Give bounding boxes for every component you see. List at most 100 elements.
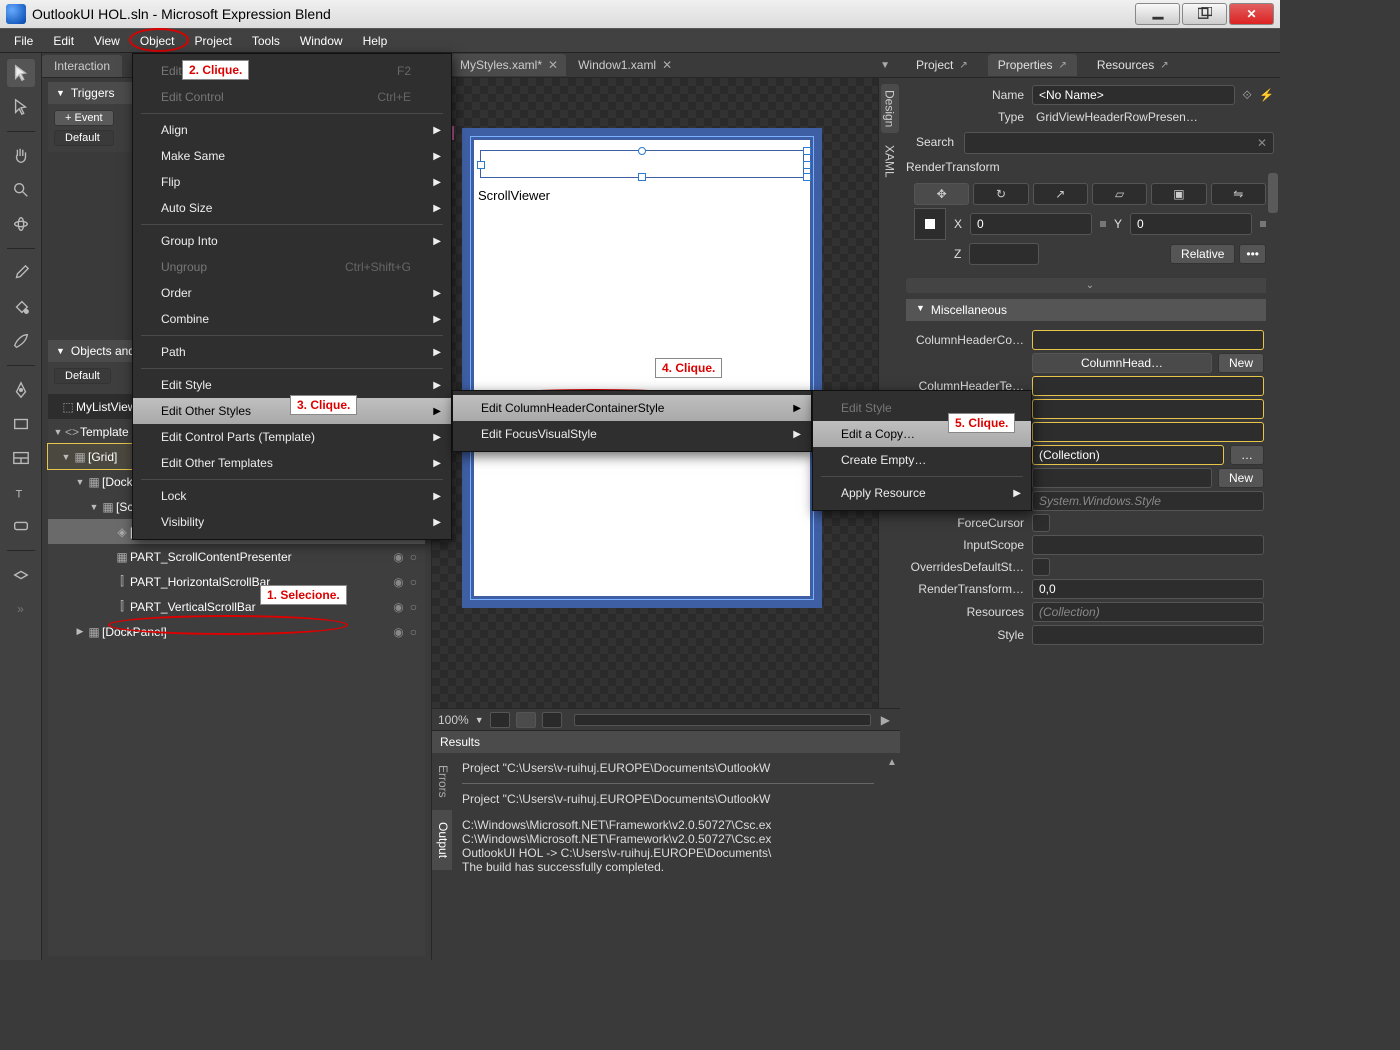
advanced-options-icon[interactable]: ••• [1239,244,1266,264]
tree-item-vertical-scrollbar[interactable]: ⫿PART_VerticalScrollBar◉○ [48,594,425,619]
menu-window[interactable]: Window [290,31,353,51]
camera-orbit-tool-icon[interactable] [7,210,35,238]
rendertransform-origin-input[interactable]: 0,0 [1032,579,1264,599]
tab-project[interactable]: Project↗ [906,54,978,76]
focusvisual-input[interactable]: System.Windows.Style [1032,491,1264,511]
pan-tool-icon[interactable] [7,142,35,170]
menuitem-create-empty[interactable]: Create Empty… [813,447,1031,473]
style-input[interactable] [1032,625,1264,645]
z-input[interactable] [969,243,1039,265]
tab-interaction[interactable]: Interaction [42,55,122,77]
x-input[interactable]: 0 [970,213,1092,235]
lock-icon[interactable]: ○ [408,600,419,614]
eyedropper-tool-icon[interactable] [7,259,35,287]
menuitem-align[interactable]: Align▶ [133,117,451,143]
add-event-button[interactable]: + Event [54,110,114,126]
popout-icon[interactable]: ↗ [1058,60,1066,71]
zoom-tool-icon[interactable] [7,176,35,204]
selection-tool-icon[interactable] [7,59,35,87]
minimize-button[interactable] [1135,3,1180,25]
translate-tab[interactable]: ✥ [914,183,969,205]
prop-input[interactable] [1032,399,1264,419]
tree-item-scrollcontentpresenter[interactable]: ▦PART_ScrollContentPresenter◉○ [48,544,425,569]
snap-lines-icon[interactable] [542,712,562,728]
tab-window1[interactable]: Window1.xaml✕ [570,54,680,76]
menuitem-apply-resource[interactable]: Apply Resource▶ [813,480,1031,506]
menu-view[interactable]: View [84,31,130,51]
menuitem-path[interactable]: Path▶ [133,339,451,365]
pen-tool-icon[interactable] [7,376,35,404]
center-tab[interactable]: ▣ [1151,183,1206,205]
popout-icon[interactable]: ↗ [1160,60,1168,71]
menu-file[interactable]: File [4,31,43,51]
lock-icon[interactable]: ○ [408,625,419,639]
menu-help[interactable]: Help [353,31,398,51]
results-header[interactable]: Results [432,731,900,753]
name-input[interactable]: <No Name> [1032,85,1235,105]
y-input[interactable]: 0 [1130,213,1252,235]
common-controls-tool-icon[interactable] [7,512,35,540]
properties-scrollbar[interactable] [1266,173,1280,960]
view-xaml-icon[interactable]: ⟐ [1235,88,1259,103]
chevron-down-icon[interactable]: » [7,595,35,623]
prop-input[interactable] [1032,422,1264,442]
rotate-tab[interactable]: ↻ [973,183,1028,205]
scroll-up-icon[interactable]: ▲ [884,757,900,768]
text-tool-icon[interactable]: T [7,478,35,506]
layout-panel-tool-icon[interactable] [7,444,35,472]
menuitem-edit-columnheadercontainerstyle[interactable]: Edit ColumnHeaderContainerStyle▶ [453,395,811,421]
brush-transform-tool-icon[interactable] [7,327,35,355]
direct-select-tool-icon[interactable] [7,93,35,121]
contextmenu-input[interactable] [1032,468,1212,488]
prop-input[interactable] [1032,376,1264,396]
chevron-down-icon[interactable]: ▼ [880,60,900,71]
menu-tools[interactable]: Tools [242,31,290,51]
miscellaneous-header[interactable]: Miscellaneous [906,299,1274,321]
visibility-icon[interactable]: ◉ [389,575,407,589]
menu-project[interactable]: Project [185,31,242,51]
tab-mystyles[interactable]: MyStyles.xaml*✕ [452,54,566,76]
close-icon[interactable]: ✕ [662,58,672,72]
force-cursor-checkbox[interactable] [1032,514,1050,532]
menuitem-combine[interactable]: Combine▶ [133,306,451,332]
menuitem-edit-other-templates[interactable]: Edit Other Templates▶ [133,450,451,476]
menuitem-group-into[interactable]: Group Into▶ [133,228,451,254]
lock-icon[interactable]: ○ [408,550,419,564]
events-icon[interactable]: ⚡ [1259,88,1274,102]
overrides-checkbox[interactable] [1032,558,1050,576]
grid-overlay-icon[interactable] [490,712,510,728]
menuitem-edit-control-parts[interactable]: Edit Control Parts (Template)▶ [133,424,451,450]
new-button[interactable]: New [1218,468,1264,488]
menuitem-order[interactable]: Order▶ [133,280,451,306]
xaml-tab[interactable]: XAML [881,139,899,184]
column-head-dropdown[interactable]: ColumnHead… [1032,353,1212,373]
clear-icon[interactable]: ✕ [1257,136,1267,150]
default-trigger-button[interactable]: Default [54,130,114,146]
visibility-icon[interactable]: ◉ [389,600,407,614]
paint-bucket-tool-icon[interactable] [7,293,35,321]
popout-icon[interactable]: ↗ [959,60,967,71]
menu-object[interactable]: Object [130,31,185,51]
close-button[interactable]: ✕ [1229,3,1274,25]
horizontal-scrollbar[interactable] [574,714,871,726]
resources-input[interactable]: (Collection) [1032,602,1264,622]
visibility-icon[interactable]: ◉ [389,550,407,564]
snap-grid-icon[interactable] [516,712,536,728]
menuitem-flip[interactable]: Flip▶ [133,169,451,195]
menuitem-edit-focusvisualstyle[interactable]: Edit FocusVisualStyle▶ [453,421,811,447]
maximize-button[interactable] [1182,3,1227,25]
menuitem-make-same[interactable]: Make Same▶ [133,143,451,169]
search-input[interactable]: ✕ [964,132,1274,154]
lock-icon[interactable]: ○ [408,575,419,589]
close-icon[interactable]: ✕ [548,58,558,72]
origin-picker[interactable] [914,208,946,240]
inputscope-input[interactable] [1032,535,1264,555]
skew-tab[interactable]: ▱ [1092,183,1147,205]
new-button[interactable]: New [1218,353,1264,373]
edit-button[interactable]: … [1230,445,1264,465]
columns-input[interactable]: (Collection) [1032,445,1224,465]
relative-button[interactable]: Relative [1170,244,1235,264]
menuitem-auto-size[interactable]: Auto Size▶ [133,195,451,221]
chevron-down-icon[interactable]: ▼ [475,715,484,725]
visibility-icon[interactable]: ◉ [389,625,407,639]
